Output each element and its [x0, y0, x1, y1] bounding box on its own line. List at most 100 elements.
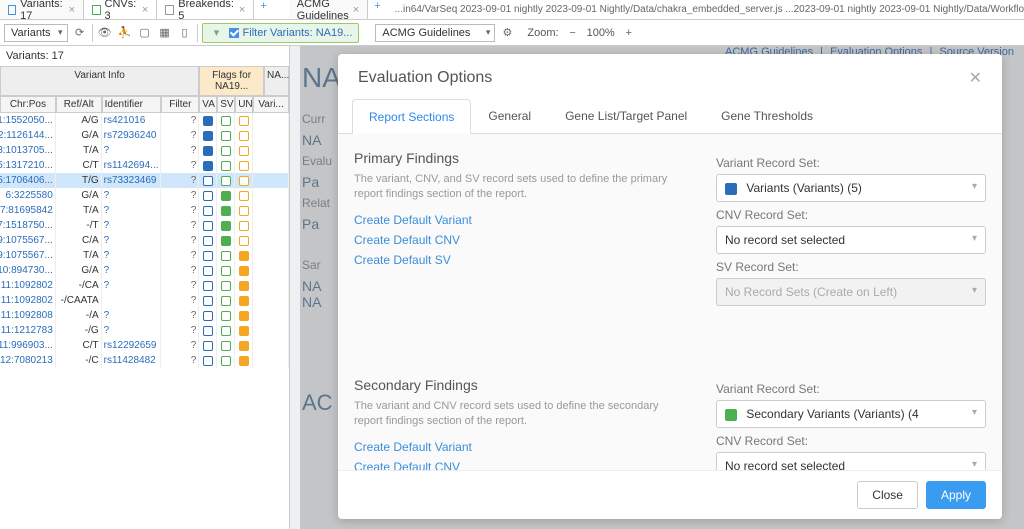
top-tab[interactable]: ACMG Guidelines ×	[289, 0, 368, 19]
table-row[interactable]: 10:894730... G/A ? ?	[0, 263, 289, 278]
create-default-link[interactable]: Create Default CNV	[354, 233, 686, 247]
tab-close-icon[interactable]: ×	[239, 4, 245, 16]
cell-va[interactable]	[199, 188, 217, 203]
cell-un[interactable]	[235, 203, 253, 218]
table-row[interactable]: 6:3225580 G/A ? ?	[0, 188, 289, 203]
cell-sv[interactable]	[217, 113, 235, 128]
table-row[interactable]: 11:1212783 -/G ? ?	[0, 323, 289, 338]
cell-sv[interactable]	[217, 263, 235, 278]
grid-icon[interactable]: ▦	[157, 25, 173, 41]
gear-icon[interactable]: ⚙	[499, 25, 515, 41]
table-row[interactable]: 9:1075567... T/A ? ?	[0, 248, 289, 263]
cell-sv[interactable]	[217, 248, 235, 263]
cell-un[interactable]	[235, 263, 253, 278]
close-button[interactable]: Close	[857, 481, 918, 509]
cell-un[interactable]	[235, 293, 253, 308]
cell-sv[interactable]	[217, 308, 235, 323]
table-row[interactable]: 9:1075567... C/A ? ?	[0, 233, 289, 248]
cell-sv[interactable]	[217, 353, 235, 368]
cell-va[interactable]	[199, 278, 217, 293]
cell-va[interactable]	[199, 218, 217, 233]
cell-va[interactable]	[199, 203, 217, 218]
col-sv[interactable]: SV	[217, 96, 235, 113]
cell-va[interactable]	[199, 338, 217, 353]
cell-un[interactable]	[235, 338, 253, 353]
cell-va[interactable]	[199, 323, 217, 338]
variants-combo[interactable]: Variants	[4, 24, 68, 42]
table-row[interactable]: 11:996903... C/T rs12292659 ?	[0, 338, 289, 353]
cell-sv[interactable]	[217, 173, 235, 188]
cell-un[interactable]	[235, 233, 253, 248]
cell-sv[interactable]	[217, 143, 235, 158]
top-tab[interactable]: Variants: 17 ×	[0, 0, 84, 19]
modal-tab[interactable]: Gene List/Target Panel	[548, 98, 704, 133]
cell-va[interactable]	[199, 113, 217, 128]
cell-sv[interactable]	[217, 278, 235, 293]
modal-tab[interactable]: Gene Thresholds	[704, 98, 830, 133]
close-icon[interactable]: ✕	[969, 68, 982, 88]
table-row[interactable]: 12:7080213 -/C rs11428482 ?	[0, 353, 289, 368]
cell-un[interactable]	[235, 353, 253, 368]
create-default-link[interactable]: Create Default Variant	[354, 213, 686, 227]
cell-va[interactable]	[199, 158, 217, 173]
cell-sv[interactable]	[217, 293, 235, 308]
cell-un[interactable]	[235, 323, 253, 338]
add-tab-right[interactable]: +	[368, 0, 386, 19]
cell-un[interactable]	[235, 308, 253, 323]
cell-sv[interactable]	[217, 188, 235, 203]
cell-un[interactable]	[235, 113, 253, 128]
acmg-combo[interactable]: ACMG Guidelines	[375, 24, 495, 42]
cell-va[interactable]	[199, 353, 217, 368]
col-va[interactable]: VA	[199, 96, 217, 113]
cell-un[interactable]	[235, 128, 253, 143]
box-icon[interactable]: ▢	[137, 25, 153, 41]
cell-sv[interactable]	[217, 233, 235, 248]
cell-va[interactable]	[199, 263, 217, 278]
eye-icon[interactable]: 👁	[97, 25, 113, 41]
col-ref[interactable]: Ref/Alt	[56, 96, 102, 113]
cell-sv[interactable]	[217, 128, 235, 143]
top-tab[interactable]: Breakends: 5 ×	[157, 0, 254, 19]
zoom-in-icon[interactable]: +	[621, 25, 637, 41]
col-vari[interactable]: Vari...	[253, 96, 289, 113]
col-pos[interactable]: Chr:Pos	[0, 96, 56, 113]
tab-close-icon[interactable]: ×	[142, 4, 148, 16]
cell-va[interactable]	[199, 173, 217, 188]
tab-close-icon[interactable]: ×	[69, 4, 75, 16]
cell-sv[interactable]	[217, 203, 235, 218]
cell-un[interactable]	[235, 158, 253, 173]
zoom-out-icon[interactable]: −	[565, 25, 581, 41]
table-row[interactable]: 3:1013705... T/A ? ?	[0, 143, 289, 158]
cell-un[interactable]	[235, 143, 253, 158]
table-row[interactable]: 5:1706406... T/G rs73323469 ?	[0, 173, 289, 188]
col-id[interactable]: Identifier	[102, 96, 162, 113]
cell-va[interactable]	[199, 233, 217, 248]
cell-sv[interactable]	[217, 158, 235, 173]
modal-tab[interactable]: Report Sections	[352, 99, 471, 134]
create-default-link[interactable]: Create Default CNV	[354, 460, 686, 470]
modal-tab[interactable]: General	[471, 98, 548, 133]
table-row[interactable]: 1:1552050... A/G rs421016 ?	[0, 113, 289, 128]
refresh-icon[interactable]: ⟳	[72, 25, 88, 41]
table-row[interactable]: 7:1518750... -/T ? ?	[0, 218, 289, 233]
table-row[interactable]: 11:1092808 -/A ? ?	[0, 308, 289, 323]
filter-variants-button[interactable]: ▾ Filter Variants: NA19...	[202, 23, 360, 43]
apply-button[interactable]: Apply	[926, 481, 986, 509]
table-row[interactable]: 11:1092802 -/CAATA ?	[0, 293, 289, 308]
cell-un[interactable]	[235, 173, 253, 188]
cell-un[interactable]	[235, 218, 253, 233]
person-icon[interactable]: ⛹	[117, 25, 133, 41]
cell-sv[interactable]	[217, 338, 235, 353]
cell-un[interactable]	[235, 248, 253, 263]
table-row[interactable]: 7:81695842 T/A ? ?	[0, 203, 289, 218]
table-row[interactable]: 2:1126144... G/A rs72936240 ?	[0, 128, 289, 143]
cnv-record-set-select-2[interactable]: No record set selected	[716, 452, 986, 470]
cnv-record-set-select[interactable]: No record set selected	[716, 226, 986, 254]
cell-sv[interactable]	[217, 323, 235, 338]
cell-va[interactable]	[199, 248, 217, 263]
create-default-link[interactable]: Create Default Variant	[354, 440, 686, 454]
cell-va[interactable]	[199, 293, 217, 308]
cell-va[interactable]	[199, 308, 217, 323]
add-tab-left[interactable]: +	[254, 0, 272, 19]
create-default-link[interactable]: Create Default SV	[354, 253, 686, 267]
